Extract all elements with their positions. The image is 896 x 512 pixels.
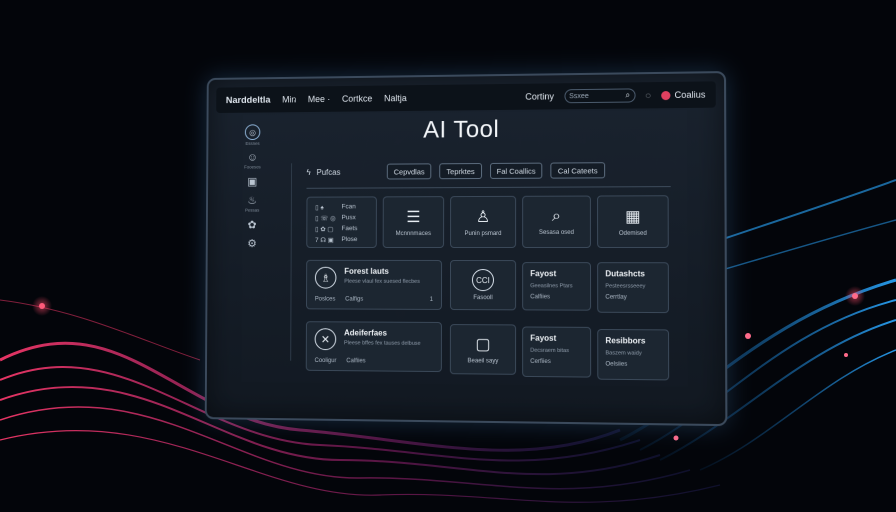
wide-card-subtitle: Pleese vlaul fex suesed flecbes bbox=[344, 279, 420, 285]
search-input[interactable]: Ssxee ⌕ bbox=[564, 88, 635, 103]
app-item[interactable]: 7 ☊ ▣ bbox=[315, 236, 341, 244]
wide-card-adapters[interactable]: ✕ Adeiferfaes Pleese bffes fex tauses de… bbox=[306, 321, 442, 372]
feature-card[interactable]: ♙ Punin psmard bbox=[450, 196, 516, 248]
list-icon: ☰ bbox=[406, 207, 420, 227]
filter-chip-1[interactable]: Cepvdlas bbox=[387, 163, 432, 179]
chat-icon: CCI bbox=[472, 269, 494, 291]
robot-icon: ♙ bbox=[476, 207, 490, 227]
sidebar-item-label: Pessas bbox=[245, 208, 259, 213]
text-card-footer[interactable]: Calfiies bbox=[530, 294, 583, 300]
divider bbox=[307, 186, 671, 189]
wide-card-link[interactable]: Calfigs bbox=[345, 297, 363, 303]
text-card-title: Fayost bbox=[530, 269, 583, 278]
app-item-label: Pusx bbox=[342, 214, 369, 222]
sidebar-item-plugins[interactable]: ✿ bbox=[248, 218, 257, 231]
app-item[interactable]: ▯ ☏ ◎ bbox=[315, 214, 341, 222]
wide-card-tools[interactable]: ♗ Forest lauts Pleese vlaul fex suesed f… bbox=[306, 260, 442, 310]
sidebar-item-profile[interactable]: ☺ Fooesos bbox=[244, 152, 261, 170]
text-card-subtitle: Decsraem bitas bbox=[530, 348, 583, 354]
text-card-footer[interactable]: Cerrtlay bbox=[605, 295, 660, 301]
text-card-subtitle: Pesteesrsseeey bbox=[605, 283, 660, 289]
settings-icon[interactable]: ◌ bbox=[645, 90, 651, 100]
sparkle-icon: ϟ bbox=[307, 168, 311, 177]
text-card[interactable]: Dutashcts Pesteesrsseeey Cerrtlay bbox=[597, 262, 669, 313]
text-card-subtitle: Geeasilnes Ptars bbox=[530, 283, 583, 289]
nav-item-3[interactable]: Cortkce bbox=[342, 94, 372, 104]
filter-bar: ϟ Pufcas Cepvdlas Teprktes Fal Coallics … bbox=[307, 159, 673, 183]
text-card-subtitle: Baszem waidy bbox=[605, 350, 660, 357]
nav-item-2[interactable]: Mee · bbox=[308, 94, 330, 104]
close-icon: ✕ bbox=[315, 328, 337, 350]
feature-card-label: Beaeil sayy bbox=[468, 358, 499, 364]
user-menu[interactable]: Coalius bbox=[661, 90, 705, 101]
nav-item-1[interactable]: Min bbox=[282, 94, 296, 104]
feature-card-label: Mcnnnmaces bbox=[396, 231, 431, 237]
file-icon: ▣ bbox=[247, 175, 257, 188]
profile-icon: ☺ bbox=[247, 152, 258, 164]
feature-card[interactable]: CCI Fasooll bbox=[450, 260, 516, 310]
gear-icon: ⚙ bbox=[247, 237, 257, 250]
wide-card-link[interactable]: Cooligur bbox=[315, 358, 337, 364]
wide-card-link[interactable]: Calfiies bbox=[346, 358, 365, 364]
text-card[interactable]: Fayost Geeasilnes Ptars Calfiies bbox=[522, 262, 591, 311]
nav-item-4[interactable]: Naltja bbox=[384, 93, 407, 103]
feature-card[interactable]: ☰ Mcnnnmaces bbox=[383, 196, 444, 248]
top-bar-right: Cortiny Ssxee ⌕ ◌ Coalius bbox=[525, 88, 705, 104]
search-placeholder: Ssxee bbox=[569, 92, 589, 99]
sidebar-item-label: Fooesos bbox=[244, 164, 261, 169]
page-title: AI Tool bbox=[208, 114, 724, 147]
sidebar-item-settings[interactable]: ⚙ bbox=[247, 237, 257, 250]
app-item[interactable]: ▯ ✿ ▢ bbox=[315, 225, 341, 233]
sidebar-item-people[interactable]: ♨ Pessas bbox=[245, 194, 259, 213]
filter-chip-3[interactable]: Fal Coallics bbox=[490, 163, 543, 179]
text-card-footer[interactable]: Oelsiies bbox=[605, 361, 660, 368]
feature-card-label: Sesasa osed bbox=[539, 230, 574, 236]
user-name: Coalius bbox=[675, 90, 706, 100]
box-icon: ▢ bbox=[475, 334, 490, 354]
plugin-icon: ✿ bbox=[248, 218, 257, 231]
filter-label: ϟ Pufcas bbox=[307, 167, 387, 176]
search-icon[interactable]: ⌕ bbox=[626, 90, 631, 100]
sidebar-item-files[interactable]: ▣ bbox=[247, 175, 257, 188]
feature-card-label: Odemised bbox=[619, 231, 647, 237]
text-card[interactable]: Fayost Decsraem bitas Cerfiies bbox=[522, 326, 591, 377]
app-item-label: Plose bbox=[341, 236, 368, 244]
text-card-title: Resibbors bbox=[605, 336, 660, 346]
text-card-title: Fayost bbox=[530, 334, 583, 343]
wide-card-title: Forest lauts bbox=[344, 267, 420, 276]
app-item[interactable]: ▯ ♠ bbox=[315, 203, 341, 211]
status-link[interactable]: Cortiny bbox=[525, 91, 554, 101]
grid-icon: ▦ bbox=[625, 206, 641, 226]
app-item-label: Faets bbox=[341, 225, 368, 233]
avatar bbox=[661, 90, 670, 99]
brand-logo[interactable]: Narddeltla bbox=[226, 94, 271, 105]
wide-card-title: Adeiferfaes bbox=[344, 328, 421, 337]
people-icon: ♨ bbox=[247, 194, 257, 207]
app-window: Narddeltla Min Mee · Cortkce Naltja Cort… bbox=[205, 71, 728, 426]
filter-chip-4[interactable]: Cal Cateets bbox=[551, 162, 605, 178]
wide-card-footer: Cooligur Calfiies bbox=[315, 358, 433, 365]
filter-chip-2[interactable]: Teprktes bbox=[439, 163, 481, 179]
feature-card[interactable]: ⌕ Sesasa osed bbox=[522, 196, 591, 248]
feature-card[interactable]: ▦ Odemised bbox=[597, 195, 669, 248]
search-icon: ⌕ bbox=[552, 208, 561, 226]
top-nav: Min Mee · Cortkce Naltja bbox=[282, 93, 407, 104]
wide-card-footer: Poslces Calfigs 1 bbox=[315, 296, 433, 302]
text-card-title: Dutashcts bbox=[605, 269, 660, 278]
tool-icon: ♗ bbox=[315, 267, 337, 289]
text-card[interactable]: Resibbors Baszem waidy Oelsiies bbox=[597, 329, 669, 380]
wide-card-subtitle: Pleese bffes fex tauses delbuse bbox=[344, 340, 421, 347]
feature-card-label: Fasooll bbox=[473, 295, 492, 301]
app-item-label: Fcan bbox=[342, 203, 368, 211]
divider bbox=[290, 163, 292, 360]
top-bar: Narddeltla Min Mee · Cortkce Naltja Cort… bbox=[216, 81, 716, 113]
feature-card[interactable]: ▢ Beaeil sayy bbox=[450, 324, 516, 375]
apps-card[interactable]: ▯ ♠ Fcan ▯ ☏ ◎ Pusx ▯ ✿ ▢ Faets 7 ☊ ▣ Pl… bbox=[306, 196, 377, 248]
wide-card-link[interactable]: Poslces bbox=[315, 296, 336, 302]
text-card-footer[interactable]: Cerfiies bbox=[530, 359, 583, 366]
feature-card-label: Punin psmard bbox=[464, 231, 501, 237]
filter-label-text: Pufcas bbox=[317, 167, 341, 176]
wide-card-count: 1 bbox=[430, 297, 433, 303]
